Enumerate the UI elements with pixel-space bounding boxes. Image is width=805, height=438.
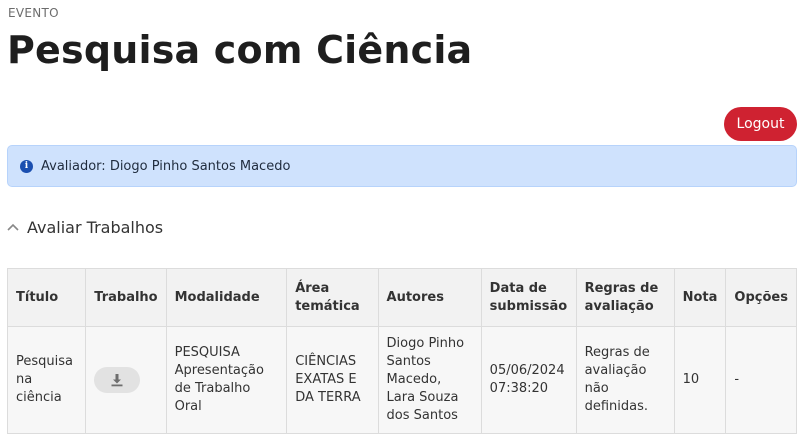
col-header-data: Data de submissão xyxy=(480,268,577,327)
cell-nota: 10 xyxy=(673,326,727,434)
evaluator-alert: i Avaliador: Diogo Pinho Santos Macedo xyxy=(7,145,797,187)
col-header-modalidade: Modalidade xyxy=(165,268,288,327)
table-row: Pesquisa na ciência PESQUISA Apresentaçã… xyxy=(6,326,797,434)
cell-autores: Diogo Pinho Santos Macedo, Lara Souza do… xyxy=(377,326,482,434)
section-toggle-avaliar-trabalhos[interactable]: Avaliar Trabalhos xyxy=(6,218,163,237)
cell-opcoes: - xyxy=(725,326,797,434)
event-label: EVENTO xyxy=(8,6,59,20)
download-icon xyxy=(111,374,123,387)
cell-modalidade: PESQUISA Apresentação de Trabalho Oral xyxy=(165,326,288,434)
download-button[interactable] xyxy=(94,367,141,393)
col-header-area: Área temática xyxy=(286,268,379,327)
section-title: Avaliar Trabalhos xyxy=(27,218,164,237)
col-header-opcoes: Opções xyxy=(725,268,797,327)
cell-area: CIÊNCIAS EXATAS E DA TERRA xyxy=(286,326,379,434)
cell-titulo: Pesquisa na ciência xyxy=(6,326,87,434)
cell-data: 05/06/2024 07:38:20 xyxy=(480,326,577,434)
col-header-nota: Nota xyxy=(673,268,727,327)
col-header-autores: Autores xyxy=(377,268,482,327)
info-circle-icon: i xyxy=(20,159,33,173)
cell-trabalho xyxy=(85,326,167,434)
col-header-trabalho: Trabalho xyxy=(85,268,167,327)
table-header-row: Título Trabalho Modalidade Área temática… xyxy=(6,268,797,327)
evaluator-text: Avaliador: Diogo Pinho Santos Macedo xyxy=(41,158,291,174)
page-title: Pesquisa com Ciência xyxy=(7,28,473,72)
chevron-up-icon xyxy=(7,223,19,231)
col-header-titulo: Título xyxy=(6,268,87,327)
logout-button[interactable]: Logout xyxy=(724,107,797,141)
works-table: Título Trabalho Modalidade Área temática… xyxy=(6,268,797,434)
col-header-regras: Regras de avaliação xyxy=(575,268,675,327)
cell-regras: Regras de avaliação não definidas. xyxy=(575,326,675,434)
